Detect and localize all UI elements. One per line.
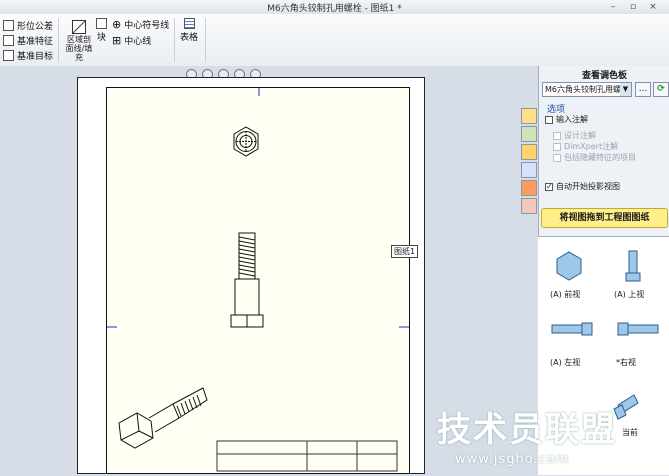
view-label-current[interactable]: 当前 [622, 427, 638, 438]
restore-button[interactable]: ▫ [626, 2, 640, 12]
block-label: 块 [96, 33, 106, 43]
centermark-button[interactable]: ⊕ 中心符号线 [112, 18, 169, 31]
area-hatch-label-1: 区域剖 [67, 35, 91, 44]
drag-hint-bar: 将视图拖到工程图图纸 [541, 208, 668, 228]
datum-target-icon [3, 50, 14, 61]
view-palette-tab-icon[interactable] [521, 162, 537, 178]
current-view-thumbnail [613, 394, 639, 420]
right-view-thumbnail [617, 322, 659, 336]
option-dimxpert-annotations: DimXpert注解 [553, 141, 618, 152]
top-view-thumbnail [625, 250, 641, 282]
top-view-hexagon[interactable] [233, 126, 259, 157]
minimize-button[interactable]: – [606, 2, 620, 12]
centermark-label: 中心符号线 [124, 21, 170, 31]
watermark-text: 技术员联盟 [437, 410, 617, 450]
area-hatch-label-2: 面线/填 [65, 44, 93, 53]
design-library-tab-icon[interactable] [521, 126, 537, 142]
table-button[interactable]: 表格 [180, 18, 198, 43]
checkbox [553, 153, 561, 162]
home-tab-icon[interactable] [521, 108, 537, 124]
area-hatch-label-3: 充 [75, 53, 83, 62]
option-label: 自动开始投影视图 [556, 182, 620, 191]
browse-button[interactable]: ... [635, 82, 651, 97]
title-block [216, 440, 398, 472]
ribbon-separator [205, 18, 206, 62]
area-hatch-button[interactable]: 区域剖 面线/填 充 [65, 20, 93, 62]
datum-feature-label: 基准特征 [17, 37, 54, 47]
front-view-thumbnail [556, 251, 582, 281]
ribbon-toolbar: 形位公差 基准特征 基准目标 区域剖 面线/填 充 块 ⊕ 中心符号线 ⊞ 中心… [0, 14, 669, 67]
view-palette-title: 查看调色板 [581, 71, 627, 81]
datum-feature-button[interactable]: 基准特征 [3, 34, 53, 47]
option-label: 包括隐藏特征的项目 [564, 153, 636, 162]
sheet-tab-label[interactable]: 图纸1 [391, 245, 419, 258]
ribbon-separator [58, 18, 59, 62]
option-auto-start-projected-view[interactable]: ✓ 自动开始投影视图 [545, 181, 620, 192]
option-include-hidden-items: 包括隐藏特征的项目 [553, 152, 636, 163]
drawing-sheet[interactable] [106, 87, 410, 474]
front-view-bolt[interactable] [230, 232, 264, 328]
centermark-icon: ⊕ [112, 18, 122, 31]
refresh-icon[interactable]: ⟳ [653, 82, 669, 97]
title-bar: M6六角头铰制孔用螺栓 - 图纸1 * – ▫ × [0, 0, 669, 15]
file-explorer-tab-icon[interactable] [521, 144, 537, 160]
datum-target-label: 基准目标 [17, 52, 54, 62]
gtol-icon [3, 20, 14, 31]
option-design-annotations: 设计注解 [553, 130, 596, 141]
gtol-button[interactable]: 形位公差 [3, 19, 53, 32]
view-label-left[interactable]: (A) 左视 [550, 357, 580, 368]
table-label: 表格 [180, 33, 199, 43]
checkbox-checked[interactable]: ✓ [545, 182, 553, 191]
option-import-annotations[interactable]: 输入注解 [545, 114, 588, 125]
appearances-tab-icon[interactable] [521, 180, 537, 196]
drawing-views [107, 88, 409, 472]
model-selector-value: M6六角头铰制孔用螺 [545, 85, 621, 94]
option-label: 输入注解 [556, 115, 588, 124]
checkbox [553, 131, 561, 140]
view-label-right[interactable]: *右视 [616, 357, 636, 368]
model-selector[interactable]: M6六角头铰制孔用螺 ▼ [542, 82, 632, 97]
watermark-url: www.jsgho.com [455, 452, 570, 467]
checkbox [553, 142, 561, 151]
area-hatch-icon [72, 20, 86, 34]
centerline-label: 中心线 [124, 37, 152, 47]
block-button[interactable]: 块 [96, 18, 107, 43]
view-label-front[interactable]: (A) 前视 [550, 289, 580, 300]
datum-target-button[interactable]: 基准目标 [3, 49, 53, 62]
custom-properties-tab-icon[interactable] [521, 198, 537, 214]
checkbox[interactable] [545, 115, 553, 124]
gtol-label: 形位公差 [17, 22, 54, 32]
table-icon [183, 18, 195, 29]
ribbon-separator [174, 18, 175, 62]
left-view-thumbnail [551, 322, 593, 336]
view-label-top[interactable]: (A) 上视 [614, 289, 644, 300]
block-icon [96, 18, 107, 29]
datum-feature-icon [3, 35, 14, 46]
centerline-button[interactable]: ⊞ 中心线 [112, 34, 151, 47]
isometric-view-bolt[interactable] [118, 387, 208, 449]
option-label: 设计注解 [564, 131, 596, 140]
chevron-down-icon[interactable]: ▼ [620, 83, 631, 96]
window-title: M6六角头铰制孔用螺栓 - 图纸1 * [267, 4, 402, 14]
close-button[interactable]: × [646, 2, 660, 12]
task-pane-tabs [521, 108, 537, 216]
centerline-icon: ⊞ [112, 34, 122, 47]
option-label: DimXpert注解 [564, 142, 619, 151]
